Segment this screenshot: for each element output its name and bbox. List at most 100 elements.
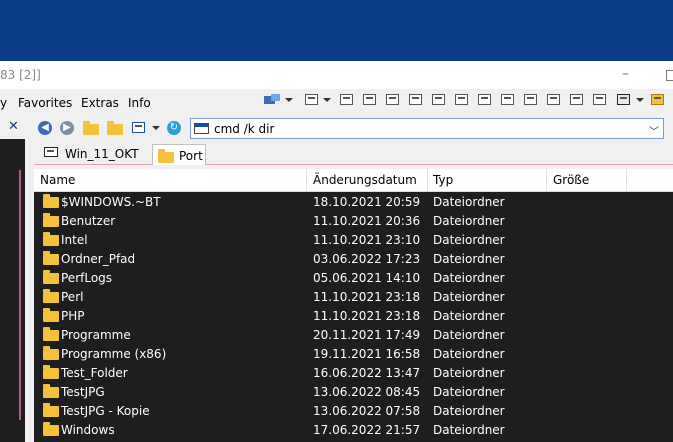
open-folder-icon[interactable]	[107, 121, 123, 135]
file-name: PerfLogs	[61, 271, 113, 285]
folder-icon	[43, 327, 59, 341]
parent-folder-icon[interactable]	[83, 121, 99, 135]
tab-label: Port	[179, 149, 203, 163]
table-row[interactable]: TestJPG - Kopie 13.06.2022 07:58 Dateiordn…	[34, 401, 673, 420]
table-row[interactable]: Windows 17.06.2022 21:57 Dateiordner	[34, 420, 673, 439]
file-type: Dateiordner	[433, 252, 505, 266]
layout-4-icon[interactable]	[409, 94, 422, 105]
back-icon[interactable]: ◀	[38, 121, 52, 135]
layout-3-icon[interactable]	[386, 94, 399, 105]
column-name[interactable]: Name	[40, 173, 75, 187]
refresh-icon[interactable]: ↻	[167, 121, 181, 135]
column-date[interactable]: Änderungsdatum	[313, 173, 417, 187]
file-date: 11.10.2021 23:18	[313, 309, 421, 323]
maximize-icon[interactable]	[666, 70, 673, 81]
tools-icon[interactable]	[617, 94, 630, 105]
view-mode-icon[interactable]	[132, 122, 145, 133]
folder-options-icon[interactable]	[651, 94, 664, 105]
layout-9-icon[interactable]	[524, 94, 537, 105]
layout-2-icon[interactable]	[363, 94, 376, 105]
folder-icon	[43, 384, 59, 398]
file-name: $WINDOWS.~BT	[61, 195, 161, 209]
folder-icon	[43, 308, 59, 322]
file-date: 11.10.2021 20:36	[313, 214, 421, 228]
folder-icon	[43, 270, 59, 284]
view-grid-icon[interactable]	[305, 94, 318, 105]
close-panel-icon[interactable]: ✕	[8, 119, 19, 134]
column-type[interactable]: Typ	[433, 173, 453, 187]
column-separator[interactable]	[427, 169, 428, 191]
folder-icon	[43, 232, 59, 246]
table-row[interactable]: PHP 11.10.2021 23:18 Dateiordner	[34, 306, 673, 325]
network-drive-dropdown-icon[interactable]	[285, 98, 293, 102]
file-date: 16.06.2022 13:47	[313, 366, 421, 380]
file-type: Dateiordner	[433, 423, 505, 437]
folder-icon	[43, 403, 59, 417]
layout-8-icon[interactable]	[501, 94, 514, 105]
network-drive-icon[interactable]	[263, 93, 281, 107]
folder-icon	[43, 289, 59, 303]
file-list[interactable]: $WINDOWS.~BT 18.10.2021 20:59 Dateiordner B…	[34, 192, 673, 442]
file-date: 17.06.2022 21:57	[313, 423, 421, 437]
file-name: Ordner_Pfad	[61, 252, 136, 266]
console-icon	[194, 123, 209, 134]
folder-icon	[43, 365, 59, 379]
layout-10-icon[interactable]	[547, 94, 560, 105]
folder-icon	[43, 346, 59, 360]
title-bar: 83 [2]] –	[0, 61, 673, 89]
address-input[interactable]: cmd /k dir	[214, 122, 274, 136]
forward-icon[interactable]: ▶	[60, 121, 74, 135]
file-type: Dateiordner	[433, 233, 505, 247]
tab-drive-icon	[44, 147, 58, 157]
file-name: TestJPG - Kopie	[61, 404, 150, 418]
column-separator[interactable]	[546, 169, 547, 191]
table-row[interactable]: Benutzer 11.10.2021 20:36 Dateiordner	[34, 211, 673, 230]
tab-port[interactable]: Port	[152, 144, 206, 165]
minimize-icon[interactable]: –	[622, 67, 634, 81]
table-row[interactable]: $WINDOWS.~BT 18.10.2021 20:59 Dateiordner	[34, 192, 673, 211]
layout-11-icon[interactable]	[570, 94, 583, 105]
table-row[interactable]: TestJPG 13.06.2022 08:45 Dateiordner	[34, 382, 673, 401]
file-date: 05.06.2021 14:10	[313, 271, 421, 285]
menu-info[interactable]: Info	[128, 96, 151, 110]
file-name: Intel	[61, 233, 88, 247]
left-panel-content	[0, 139, 25, 442]
file-name: Programme (x86)	[61, 347, 167, 361]
layout-5-icon[interactable]	[432, 94, 445, 105]
file-date: 13.06.2022 07:58	[313, 404, 421, 418]
table-row[interactable]: PerfLogs 05.06.2021 14:10 Dateiordner	[34, 268, 673, 287]
file-date: 18.10.2021 20:59	[313, 195, 421, 209]
column-separator[interactable]	[306, 169, 307, 191]
file-name: Perl	[61, 290, 84, 304]
address-bar[interactable]: cmd /k dir ﹀	[190, 118, 664, 139]
file-name: Programme	[61, 328, 131, 342]
column-size[interactable]: Größe	[553, 173, 589, 187]
file-type: Dateiordner	[433, 385, 505, 399]
file-name: TestJPG	[61, 385, 105, 399]
layout-12-icon[interactable]	[593, 94, 606, 105]
file-date: 19.11.2021 16:58	[313, 347, 421, 361]
address-dropdown-icon[interactable]: ﹀	[649, 123, 659, 138]
column-header: Name Änderungsdatum Typ Größe	[34, 169, 673, 192]
table-row[interactable]: Perl 11.10.2021 23:18 Dateiordner	[34, 287, 673, 306]
table-row[interactable]: Programme (x86) 19.11.2021 16:58 Dateiordn…	[34, 344, 673, 363]
view-mode-dropdown-icon[interactable]	[152, 126, 160, 130]
table-row[interactable]: Test_Folder 16.06.2022 13:47 Dateiordner	[34, 363, 673, 382]
layout-1-icon[interactable]	[340, 94, 353, 105]
file-name: PHP	[61, 309, 85, 323]
menu-favorites[interactable]: Favorites	[18, 96, 72, 110]
layout-7-icon[interactable]	[478, 94, 491, 105]
file-type: Dateiordner	[433, 366, 505, 380]
layout-6-icon[interactable]	[455, 94, 468, 105]
view-dropdown-icon[interactable]	[323, 98, 331, 102]
window-title: 83 [2]]	[0, 68, 41, 82]
column-separator[interactable]	[626, 169, 627, 191]
folder-icon	[43, 194, 59, 208]
table-row[interactable]: Ordner_Pfad 03.06.2022 17:23 Dateiordner	[34, 249, 673, 268]
menu-extras[interactable]: Extras	[81, 96, 119, 110]
table-row[interactable]: Intel 11.10.2021 23:10 Dateiordner	[34, 230, 673, 249]
tools-dropdown-icon[interactable]	[636, 98, 644, 102]
left-panel-scrollbar[interactable]	[19, 170, 21, 420]
table-row[interactable]: Programme 20.11.2021 17:49 Dateiordner	[34, 325, 673, 344]
tab-win11[interactable]: Win_11_OKT ...	[38, 144, 152, 175]
